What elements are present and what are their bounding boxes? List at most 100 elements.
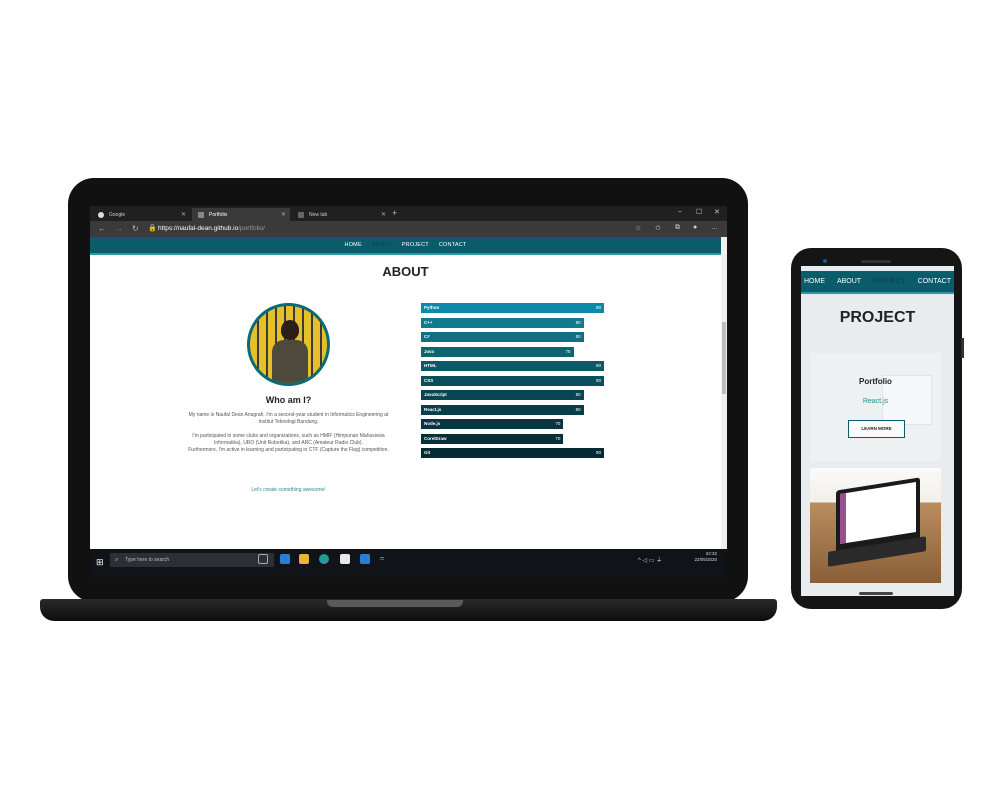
- nav-contact[interactable]: CONTACT: [439, 242, 467, 248]
- task-view-icon[interactable]: [258, 554, 268, 564]
- avatar-head: [281, 320, 299, 340]
- more-icon[interactable]: …: [711, 224, 718, 231]
- skill-value: 70: [555, 421, 561, 426]
- windows-start-icon[interactable]: ⊞: [96, 557, 104, 568]
- avatar-body: [272, 340, 308, 383]
- skill-name: C++: [424, 319, 433, 325]
- refresh-icon[interactable]: ↻: [132, 224, 139, 233]
- url-domain: https://naufal-dean.github.io: [158, 225, 239, 232]
- phone-nav-about[interactable]: ABOUT: [837, 278, 861, 285]
- collections-icon[interactable]: ⧉: [675, 224, 680, 232]
- tab-label: Google: [109, 211, 126, 218]
- phone-nav-home[interactable]: HOME: [804, 278, 825, 285]
- skill-value: 80: [575, 392, 581, 397]
- webpage: HOME ABOUT PROJECT CONTACT ABOUT Who am …: [90, 237, 721, 549]
- maximize-icon[interactable]: ☐: [696, 208, 702, 216]
- url-field[interactable]: https://naufal-dean.github.io/portfolio/: [158, 225, 265, 232]
- card-title: Portfolio: [859, 377, 892, 386]
- minimize-icon[interactable]: –: [678, 208, 682, 215]
- tab-portfolio[interactable]: Portfolio ✕: [192, 208, 290, 221]
- mockup-stage: Google ✕ Portfolio ✕ New tab ✕ + – ☐ ✕ ←…: [0, 0, 1000, 801]
- favorites-icon[interactable]: ✩: [655, 224, 661, 232]
- scrollbar[interactable]: [721, 237, 727, 549]
- profile-icon[interactable]: ●: [693, 224, 697, 231]
- favorite-star-icon[interactable]: ☆: [635, 224, 641, 232]
- nav-project[interactable]: PROJECT: [402, 242, 429, 248]
- skill-bar: CSS 90: [421, 375, 604, 386]
- lock-icon: 🔒: [148, 225, 157, 232]
- nav-home[interactable]: HOME: [345, 242, 362, 248]
- tab-google[interactable]: Google ✕: [92, 208, 190, 221]
- search-icon: ⌕: [115, 557, 119, 563]
- learn-more-button[interactable]: LEARN MORE: [848, 420, 905, 438]
- skill-bar: CorelDraw 70: [421, 433, 564, 444]
- windows-taskbar: ⊞ ⌕ Type here to search ≈ ^ ◁ ▭ ⏚ 22:32 …: [90, 549, 727, 578]
- bio-text: My name is Naufal Dean Anugrah. I'm a se…: [185, 412, 392, 454]
- remote-icon[interactable]: ≈: [380, 554, 384, 563]
- skill-name: React.js: [424, 406, 442, 412]
- url-path: /portfolio/: [238, 225, 265, 232]
- search-placeholder: Type here to search: [125, 557, 170, 563]
- skill-name: Python: [424, 305, 440, 310]
- clock[interactable]: 22:32 22/05/2020: [694, 551, 717, 563]
- skill-bar: Python 90: [421, 303, 604, 313]
- bio-paragraph: My name is Naufal Dean Anugrah. I'm a se…: [188, 412, 389, 425]
- skill-value: 70: [555, 435, 561, 441]
- phone-nav-project[interactable]: PROJECT: [873, 278, 906, 285]
- mail-icon[interactable]: [360, 554, 370, 564]
- skill-bar: React.js 80: [421, 404, 584, 415]
- google-icon: [98, 211, 104, 218]
- skill-name: Node.js: [424, 421, 441, 426]
- skill-value: 90: [595, 305, 601, 310]
- nav-about[interactable]: ABOUT: [372, 242, 392, 248]
- bio-paragraph: Furthermore, I'm active in learning and …: [188, 447, 389, 453]
- laptop-screen: Google ✕ Portfolio ✕ New tab ✕ + – ☐ ✕ ←…: [90, 206, 727, 578]
- edge-icon[interactable]: [319, 554, 329, 564]
- taskbar-search[interactable]: ⌕ Type here to search: [110, 553, 274, 567]
- forward-icon[interactable]: →: [115, 224, 123, 233]
- close-icon[interactable]: ✕: [281, 211, 286, 218]
- system-tray-icons[interactable]: ^ ◁ ▭ ⏚: [638, 555, 662, 564]
- card-subtitle: React.js: [862, 398, 889, 405]
- window-close-icon[interactable]: ✕: [714, 208, 720, 216]
- new-tab-button[interactable]: +: [392, 208, 397, 218]
- skill-name: Git: [424, 450, 431, 455]
- close-icon[interactable]: ✕: [381, 211, 386, 218]
- skill-value: 75: [565, 348, 571, 354]
- phone-camera: [823, 259, 827, 263]
- skill-name: CSS: [424, 377, 434, 383]
- skill-value: 80: [575, 406, 581, 412]
- close-icon[interactable]: ✕: [181, 211, 186, 218]
- tab-new[interactable]: New tab ✕: [292, 208, 390, 221]
- skill-value: 80: [575, 334, 581, 339]
- photo-laptop-screen: [840, 481, 916, 545]
- scroll-thumb[interactable]: [722, 322, 726, 394]
- phone-speaker: [861, 260, 891, 263]
- store-icon[interactable]: [340, 554, 350, 564]
- cta-link[interactable]: Let's create something awesome!: [187, 487, 390, 493]
- page-icon: [198, 211, 204, 218]
- avatar: [247, 303, 330, 386]
- phone-navbar: HOME ABOUT PROJECT CONTACT: [801, 271, 954, 294]
- skill-name: Java: [424, 348, 435, 354]
- phone-screen: HOME ABOUT PROJECT CONTACT PROJECT Portf…: [801, 266, 954, 596]
- skill-name: CorelDraw: [424, 435, 447, 441]
- browser-tabbar: Google ✕ Portfolio ✕ New tab ✕ + – ☐ ✕: [90, 206, 727, 221]
- skill-bar: C++ 80: [421, 317, 584, 328]
- tab-label: Portfolio: [209, 211, 228, 218]
- phone-gesture-bar: [859, 592, 893, 595]
- back-icon[interactable]: ←: [98, 224, 106, 233]
- skill-bar: Java 75: [421, 346, 574, 357]
- skill-bar: Git 90: [421, 448, 604, 458]
- tab-label: New tab: [309, 211, 328, 218]
- todo-app-icon[interactable]: [280, 554, 290, 564]
- who-title: Who am I?: [265, 395, 312, 405]
- site-navbar: HOME ABOUT PROJECT CONTACT: [90, 237, 721, 255]
- phone-side-button: [961, 338, 964, 358]
- skill-name: JavaScript: [424, 392, 447, 397]
- phone-nav-contact[interactable]: CONTACT: [918, 278, 951, 285]
- file-explorer-icon[interactable]: [299, 554, 309, 564]
- project-photo: [810, 468, 941, 583]
- skill-value: 90: [595, 363, 601, 368]
- project-card: Portfolio React.js LEARN MORE: [810, 353, 941, 461]
